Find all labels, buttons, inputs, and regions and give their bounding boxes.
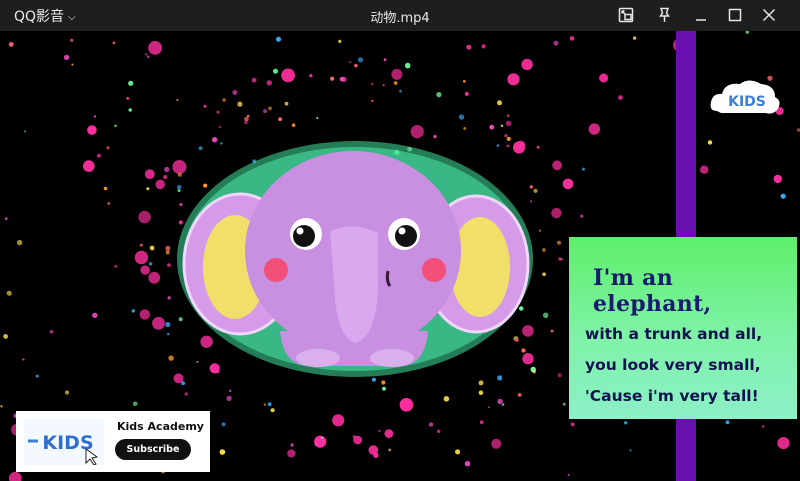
lyric-line-4: 'Cause i'm very tall! <box>585 387 759 405</box>
subscribe-button[interactable]: Subscribe <box>115 439 191 460</box>
close-icon <box>762 8 776 22</box>
close-button[interactable] <box>757 4 781 26</box>
corner-logo-text: KIDS <box>728 94 766 110</box>
kids-academy-corner-logo: KIDS <box>707 75 783 123</box>
pin-icon <box>659 7 670 22</box>
picture-in-picture-button[interactable] <box>614 4 638 26</box>
lyric-line-3: you look very small, <box>585 356 761 374</box>
lyrics-panel: I'm an elephant, with a trunk and all, y… <box>569 237 797 419</box>
kids-academy-logo: KIDS <box>24 419 104 466</box>
pin-button[interactable] <box>652 4 676 26</box>
channel-name: Kids Academy <box>117 420 204 433</box>
lyric-line-1: I'm an elephant, <box>593 265 712 317</box>
subscribe-card[interactable]: KIDS Kids Academy Subscribe <box>16 411 210 472</box>
minimize-icon <box>696 19 706 21</box>
title-bar: QQ影音 ⌵ 动物.mp4 <box>0 0 800 31</box>
minimize-button[interactable] <box>689 4 713 26</box>
file-title: 动物.mp4 <box>370 11 430 26</box>
picture-in-picture-icon <box>618 7 634 23</box>
lyric-line-2: with a trunk and all, <box>585 325 763 343</box>
maximize-button[interactable] <box>723 4 747 26</box>
maximize-icon <box>728 8 742 22</box>
